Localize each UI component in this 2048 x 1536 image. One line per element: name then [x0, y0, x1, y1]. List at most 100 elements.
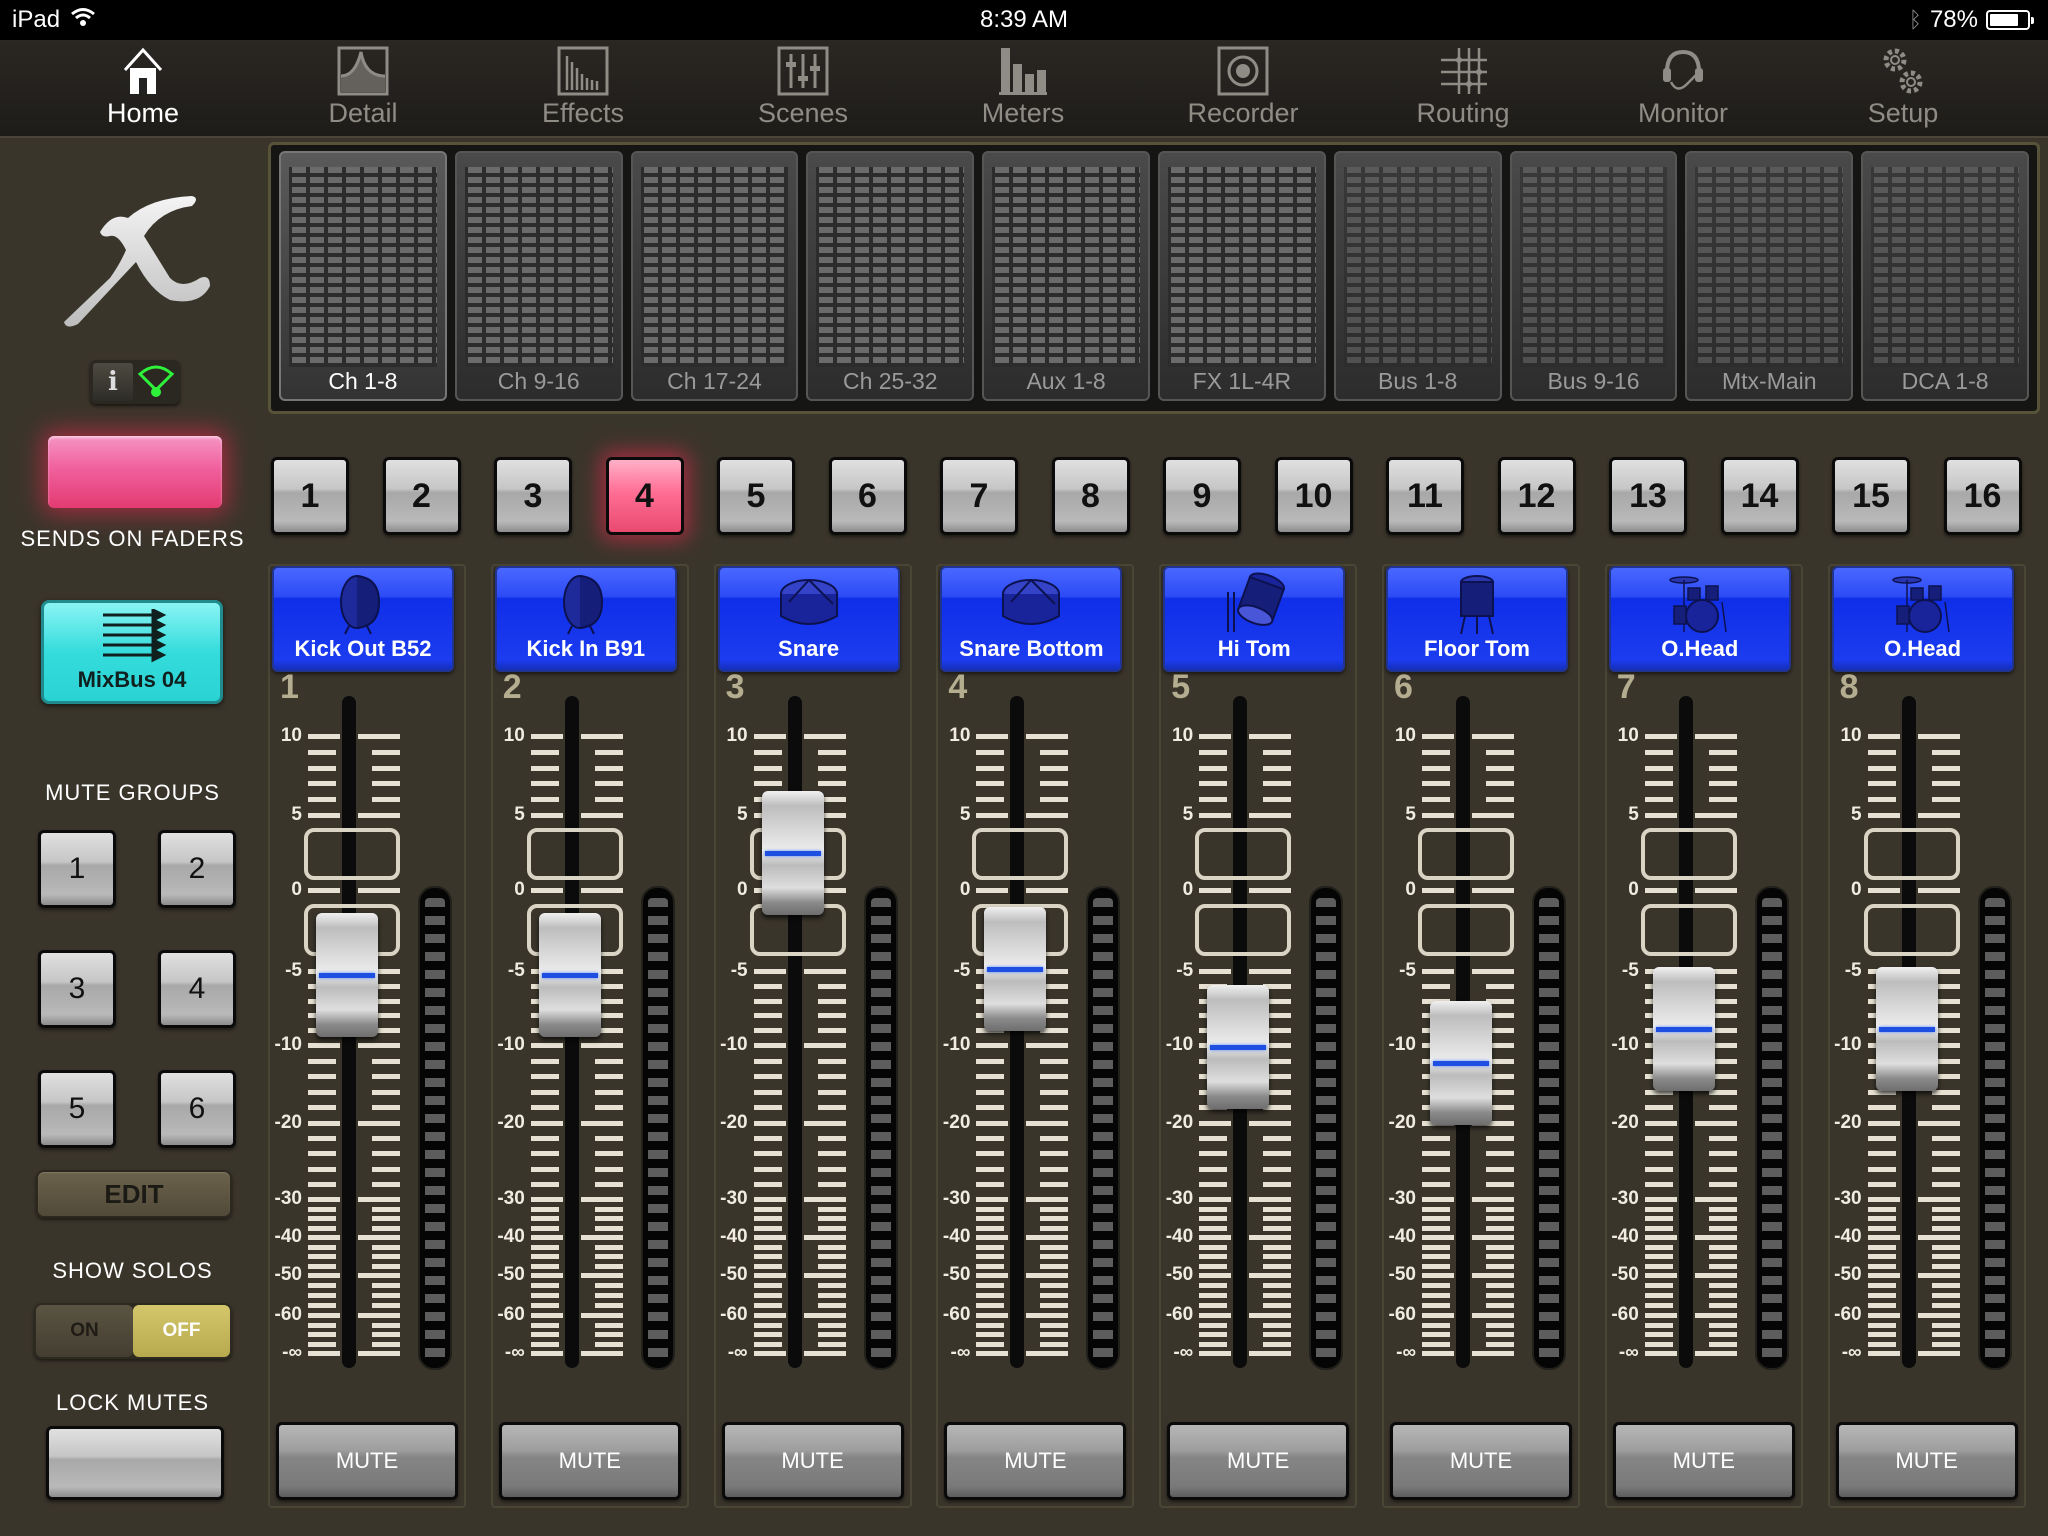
- fader-knob[interactable]: [1430, 1000, 1492, 1125]
- fader[interactable]: 10 5 0 -5 -10 -20 -30 -40 -50 -60 -∞: [714, 696, 914, 1416]
- mute-group-1-button[interactable]: 1: [38, 830, 116, 908]
- mute-group-3-button[interactable]: 3: [38, 950, 116, 1028]
- mute-button[interactable]: MUTE: [276, 1422, 458, 1500]
- bus-select-4-button[interactable]: 4: [605, 457, 684, 535]
- scale-tick-minor: [817, 1028, 846, 1034]
- show-solos-toggle[interactable]: ON OFF: [34, 1303, 232, 1359]
- mute-button[interactable]: MUTE: [498, 1422, 681, 1500]
- bus-select-8-button[interactable]: 8: [1051, 457, 1130, 535]
- channel-name-button[interactable]: Floor Tom: [1386, 566, 1568, 672]
- mute-groups-edit-button[interactable]: EDIT: [36, 1170, 232, 1218]
- channel-name-button[interactable]: O.Head: [1608, 566, 1791, 672]
- nav-tab-detail[interactable]: Detail: [253, 40, 473, 136]
- show-solos-off[interactable]: OFF: [133, 1305, 230, 1357]
- bus-select-12-button[interactable]: 12: [1497, 457, 1576, 535]
- bank-ch-17-24[interactable]: Ch 17-24: [630, 151, 799, 401]
- bus-select-14-button[interactable]: 14: [1720, 457, 1799, 535]
- fader[interactable]: 10 5 0 -5 -10 -20 -30 -40 -50 -60 -∞: [1159, 696, 1359, 1416]
- bus-select-1-button[interactable]: 1: [271, 457, 349, 535]
- bus-select-7-button[interactable]: 7: [940, 457, 1018, 535]
- scale-tick-minor: [1263, 1225, 1292, 1231]
- mute-button[interactable]: MUTE: [1390, 1422, 1572, 1500]
- nav-tab-recorder[interactable]: Recorder: [1133, 40, 1353, 136]
- fader-knob[interactable]: [1652, 966, 1715, 1091]
- scale-tick-major: [1199, 1235, 1232, 1240]
- nav-tab-monitor[interactable]: Monitor: [1573, 40, 1793, 136]
- fader-knob[interactable]: [316, 913, 378, 1038]
- bus-select-6-button[interactable]: 6: [828, 457, 907, 535]
- bus-select-9-button[interactable]: 9: [1163, 457, 1241, 535]
- mute-group-2-button[interactable]: 2: [158, 830, 236, 908]
- bank-dca-1-8[interactable]: DCA 1-8: [1861, 151, 2029, 401]
- bank-aux-1-8[interactable]: Aux 1-8: [982, 151, 1150, 401]
- bus-select-3-button[interactable]: 3: [494, 457, 572, 535]
- fader[interactable]: 10 5 0 -5 -10 -20 -30 -40 -50 -60 -∞: [268, 696, 468, 1416]
- bank-ch-9-16[interactable]: Ch 9-16: [454, 151, 623, 401]
- scale-tick-minor: [308, 749, 336, 755]
- fader-knob[interactable]: [538, 913, 601, 1038]
- channel-name-button[interactable]: Kick Out B52: [272, 566, 454, 672]
- bank-bus-1-8[interactable]: Bus 1-8: [1333, 151, 1502, 401]
- mute-group-6-button[interactable]: 6: [158, 1070, 236, 1148]
- scale-tick-minor: [1040, 1151, 1069, 1157]
- bus-select-16-button[interactable]: 16: [1943, 457, 2022, 535]
- bank-bus-9-16[interactable]: Bus 9-16: [1509, 151, 1678, 401]
- info-button[interactable]: i: [93, 363, 133, 401]
- scale-tick-minor: [1422, 1254, 1450, 1259]
- bus-select-13-button[interactable]: 13: [1609, 457, 1687, 535]
- scale-tick-minor: [308, 1341, 336, 1347]
- scale-tick-minor: [1644, 1166, 1673, 1172]
- channel-name-button[interactable]: O.Head: [1831, 566, 2014, 672]
- scale-tick-minor: [1708, 749, 1737, 755]
- bus-select-15-button[interactable]: 15: [1832, 457, 1910, 535]
- mute-button[interactable]: MUTE: [1612, 1422, 1795, 1500]
- fader[interactable]: 10 5 0 -5 -10 -20 -30 -40 -50 -60 -∞: [1382, 696, 1582, 1416]
- lock-mutes-button[interactable]: [46, 1426, 224, 1500]
- nav-tab-routing[interactable]: Routing: [1353, 40, 1573, 136]
- mute-button[interactable]: MUTE: [1167, 1422, 1350, 1500]
- bus-select-10-button[interactable]: 10: [1274, 457, 1353, 535]
- bank-ch-25-32[interactable]: Ch 25-32: [806, 151, 975, 401]
- mute-button[interactable]: MUTE: [944, 1422, 1127, 1500]
- fader-knob[interactable]: [1207, 985, 1270, 1110]
- mute-button[interactable]: MUTE: [1835, 1422, 2018, 1500]
- mute-group-4-button[interactable]: 4: [158, 950, 236, 1028]
- floor-tom-icon: [1437, 572, 1517, 636]
- scale-label: -60: [274, 1304, 302, 1325]
- channel-name-button[interactable]: Snare Bottom: [940, 566, 1123, 672]
- nav-tab-scenes[interactable]: Scenes: [693, 40, 913, 136]
- bus-select-2-button[interactable]: 2: [382, 457, 461, 535]
- scale-tick-major: [580, 1313, 623, 1318]
- nav-tab-setup[interactable]: Setup: [1793, 40, 2013, 136]
- scale-tick-minor: [1867, 1283, 1896, 1288]
- nav-tab-meters[interactable]: Meters: [913, 40, 1133, 136]
- channel-name-button[interactable]: Snare: [717, 566, 900, 672]
- fader[interactable]: 10 5 0 -5 -10 -20 -30 -40 -50 -60 -∞: [491, 696, 691, 1416]
- scale-tick-minor: [308, 1058, 336, 1064]
- mute-button[interactable]: MUTE: [721, 1422, 904, 1500]
- show-solos-on[interactable]: ON: [36, 1305, 133, 1357]
- channel-name-button[interactable]: Hi Tom: [1163, 566, 1346, 672]
- fader-knob[interactable]: [984, 907, 1047, 1032]
- scale-label: -30: [274, 1188, 302, 1209]
- nav-tab-effects[interactable]: Effects: [473, 40, 693, 136]
- bank-mtx-main[interactable]: Mtx-Main: [1685, 151, 1854, 401]
- bus-select-11-button[interactable]: 11: [1386, 457, 1464, 535]
- scale-label: -40: [274, 1226, 302, 1247]
- mixbus-selector-button[interactable]: MixBus 04: [41, 600, 223, 704]
- bank-ch-1-8[interactable]: Ch 1-8: [279, 151, 447, 401]
- channel-name-button[interactable]: Kick In B91: [494, 566, 677, 672]
- fader[interactable]: 10 5 0 -5 -10 -20 -30 -40 -50 -60 -∞: [1828, 696, 2028, 1416]
- fader[interactable]: 10 5 0 -5 -10 -20 -30 -40 -50 -60 -∞: [1605, 696, 1805, 1416]
- nav-tab-home[interactable]: Home: [33, 40, 253, 136]
- bank-fx-1l-4r[interactable]: FX 1L-4R: [1157, 151, 1326, 401]
- fader-knob[interactable]: [1875, 966, 1938, 1091]
- fader-knob[interactable]: [761, 790, 824, 915]
- scale-tick-minor: [1867, 1303, 1896, 1308]
- scale-tick-minor: [1040, 1105, 1069, 1111]
- sends-on-faders-button[interactable]: [48, 436, 222, 508]
- mute-group-5-button[interactable]: 5: [38, 1070, 116, 1148]
- fader[interactable]: 10 5 0 -5 -10 -20 -30 -40 -50 -60 -∞: [936, 696, 1136, 1416]
- scale-tick-major: [1026, 888, 1069, 893]
- bus-select-5-button[interactable]: 5: [717, 457, 795, 535]
